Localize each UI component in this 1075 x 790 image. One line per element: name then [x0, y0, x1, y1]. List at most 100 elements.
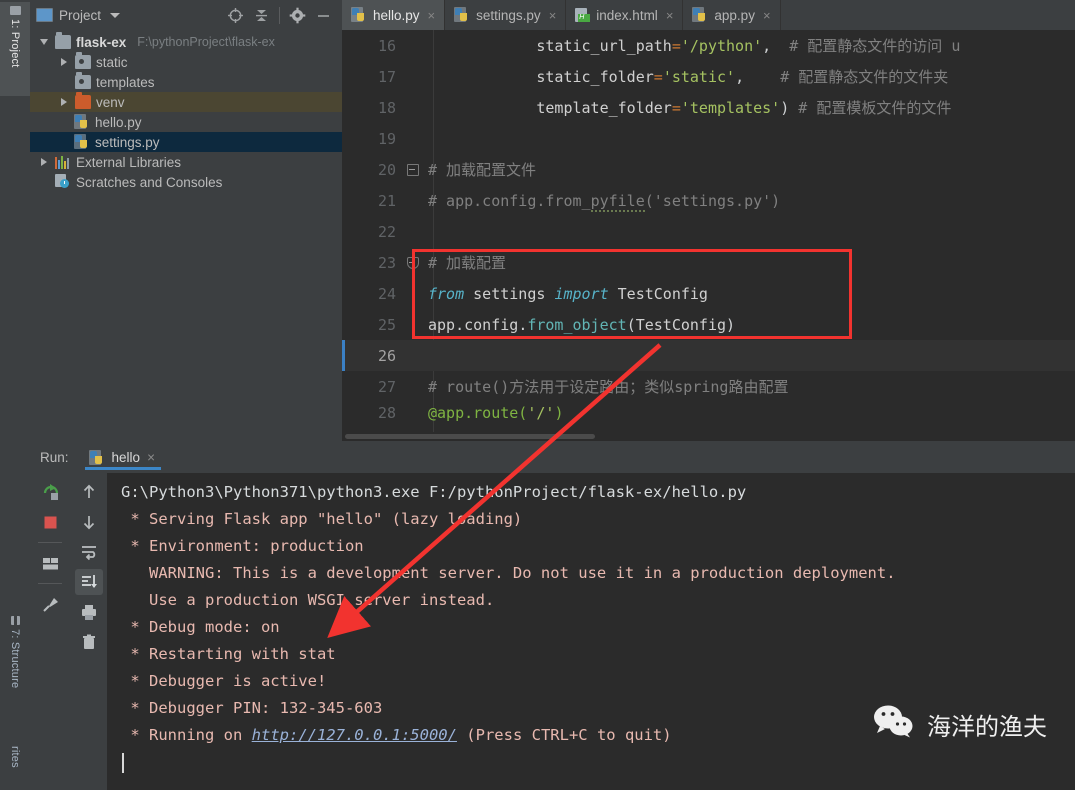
- html-file-icon: H: [575, 8, 591, 22]
- tab-label: index.html: [596, 7, 658, 23]
- code-text: # route()方法用于设定路由；类似spring路由配置: [428, 378, 789, 396]
- soft-wrap-icon[interactable]: [75, 539, 103, 565]
- project-tree: flask-ex F:\pythonProject\flask-ex stati…: [30, 30, 342, 192]
- editor-tab-bar: hello.py × settings.py × H index.html × …: [342, 0, 1075, 30]
- code-text: static_url_path='/python', # 配置静态文件的访问 u: [428, 37, 961, 55]
- python-file-icon: [454, 7, 470, 22]
- settings-gear-icon[interactable]: [289, 7, 306, 24]
- run-tab-hello[interactable]: hello ×: [81, 444, 165, 470]
- console-prefix: * Running on: [121, 726, 252, 744]
- code-editor[interactable]: 16 static_url_path='/python', # 配置静态文件的访…: [342, 30, 1075, 441]
- left-tool-strip: 1: Project 7: Structure rites: [0, 0, 31, 790]
- project-panel-title: Project: [59, 7, 102, 23]
- line-number: 18: [377, 98, 396, 117]
- close-icon[interactable]: ×: [549, 8, 557, 23]
- tree-node-label: templates: [96, 74, 155, 90]
- twisty-collapsed-icon[interactable]: [58, 98, 70, 106]
- tab-settings-py[interactable]: settings.py ×: [445, 0, 567, 30]
- fold-marker[interactable]: [406, 154, 420, 185]
- run-tool-window: Run: hello × G:\Python3\Python371\python…: [30, 441, 1075, 790]
- chevron-down-icon[interactable]: [110, 12, 121, 18]
- code-line-28: 28 @app.route('/'): [342, 402, 1075, 424]
- close-icon[interactable]: ×: [763, 8, 771, 23]
- sidebar-item-structure[interactable]: 7: Structure: [0, 612, 30, 718]
- print-icon[interactable]: [75, 599, 103, 625]
- project-panel-toolbar: [227, 6, 336, 24]
- tab-index-html[interactable]: H index.html ×: [566, 0, 684, 30]
- console-url-link[interactable]: http://127.0.0.1:5000/: [252, 726, 457, 744]
- twisty-expanded-icon[interactable]: [38, 39, 50, 45]
- tree-node-flask-ex[interactable]: flask-ex F:\pythonProject\flask-ex: [30, 32, 342, 52]
- sidebar-item-favorites[interactable]: rites: [0, 742, 30, 790]
- tree-node-label: flask-ex: [76, 34, 127, 50]
- code-text: # app.config.from_pyfile('settings.py'): [428, 191, 781, 212]
- console-suffix: (Press CTRL+C to quit): [456, 726, 672, 744]
- tree-node-label: External Libraries: [76, 154, 182, 170]
- restore-layout-icon[interactable]: [36, 550, 64, 576]
- console-line: * Serving Flask app "hello" (lazy loadin…: [121, 510, 523, 528]
- tree-node-scratches[interactable]: Scratches and Consoles: [30, 172, 342, 192]
- twisty-collapsed-icon[interactable]: [38, 158, 50, 166]
- collapse-all-icon[interactable]: [253, 7, 270, 24]
- tree-node-static[interactable]: static: [30, 52, 342, 72]
- pin-tab-icon[interactable]: [36, 591, 64, 617]
- code-line-19: 19: [342, 123, 1075, 154]
- tree-node-hello-py[interactable]: hello.py: [30, 112, 342, 132]
- line-number: 26: [377, 346, 396, 365]
- tab-label: hello.py: [373, 7, 420, 23]
- folder-orange-icon: [75, 92, 91, 109]
- close-icon[interactable]: ×: [428, 8, 436, 23]
- run-tab-label: hello: [111, 450, 141, 465]
- tree-node-external-libraries[interactable]: External Libraries: [30, 152, 342, 172]
- run-console[interactable]: G:\Python3\Python371\python3.exe F:/pyth…: [107, 473, 1075, 790]
- code-line-26: 26: [342, 340, 1075, 371]
- folder-dot-icon: [75, 72, 91, 89]
- close-icon[interactable]: ×: [666, 8, 674, 23]
- python-file-icon: [74, 114, 90, 129]
- console-line: * Restarting with stat: [121, 645, 336, 663]
- code-line-22: 22: [342, 216, 1075, 247]
- pycharm-window: 1: Project 7: Structure rites Project fl…: [0, 0, 1075, 790]
- sidebar-item-project[interactable]: 1: Project: [0, 2, 30, 96]
- tab-hello-py[interactable]: hello.py ×: [342, 0, 446, 30]
- code-line-21: 21 # app.config.from_pyfile('settings.py…: [342, 185, 1075, 216]
- tree-node-label: static: [96, 54, 128, 70]
- rerun-icon[interactable]: [36, 479, 64, 505]
- arrow-down-icon[interactable]: [75, 509, 103, 535]
- tree-node-templates[interactable]: templates: [30, 72, 342, 92]
- toolbar-divider: [38, 583, 62, 584]
- run-panel-label: Run:: [40, 449, 69, 465]
- locate-target-icon[interactable]: [227, 7, 244, 24]
- active-tab-underline: [84, 467, 161, 470]
- toolbar-divider: [279, 6, 280, 24]
- sidebar-item-label: rites: [9, 746, 21, 768]
- twisty-collapsed-icon[interactable]: [58, 58, 70, 66]
- clear-all-icon[interactable]: [75, 629, 103, 655]
- close-icon[interactable]: ×: [147, 450, 155, 465]
- project-icon: [36, 8, 53, 22]
- console-line: * Debug mode: on: [121, 618, 280, 636]
- line-number: 24: [377, 284, 396, 303]
- line-number: 16: [377, 36, 396, 55]
- tab-app-py[interactable]: app.py ×: [683, 0, 781, 30]
- tree-node-venv[interactable]: venv: [30, 92, 342, 112]
- arrow-up-icon[interactable]: [75, 479, 103, 505]
- console-line: * Debugger PIN: 132-345-603: [121, 699, 383, 717]
- run-left-toolbar: [30, 473, 70, 790]
- hide-minimize-icon[interactable]: [315, 7, 332, 24]
- editor-horizontal-scrollbar[interactable]: [345, 434, 595, 439]
- run-panel-body: G:\Python3\Python371\python3.exe F:/pyth…: [30, 473, 1075, 790]
- tree-node-label: Scratches and Consoles: [76, 174, 223, 190]
- code-text: static_folder='static', # 配置静态文件的文件夹: [428, 68, 949, 86]
- scratches-icon: [55, 174, 71, 189]
- tree-node-settings-py[interactable]: settings.py: [30, 132, 342, 152]
- project-panel-title-group[interactable]: Project: [36, 7, 121, 23]
- console-line: * Debugger is active!: [121, 672, 327, 690]
- run-panel-header: Run: hello ×: [30, 441, 1075, 473]
- fold-marker[interactable]: [406, 247, 420, 278]
- tab-label: settings.py: [476, 7, 541, 23]
- stop-icon[interactable]: [36, 509, 64, 535]
- python-file-icon: [692, 7, 708, 22]
- scroll-to-end-icon[interactable]: [74, 569, 103, 595]
- code-line-20: 20 # 加载配置文件: [342, 154, 1075, 185]
